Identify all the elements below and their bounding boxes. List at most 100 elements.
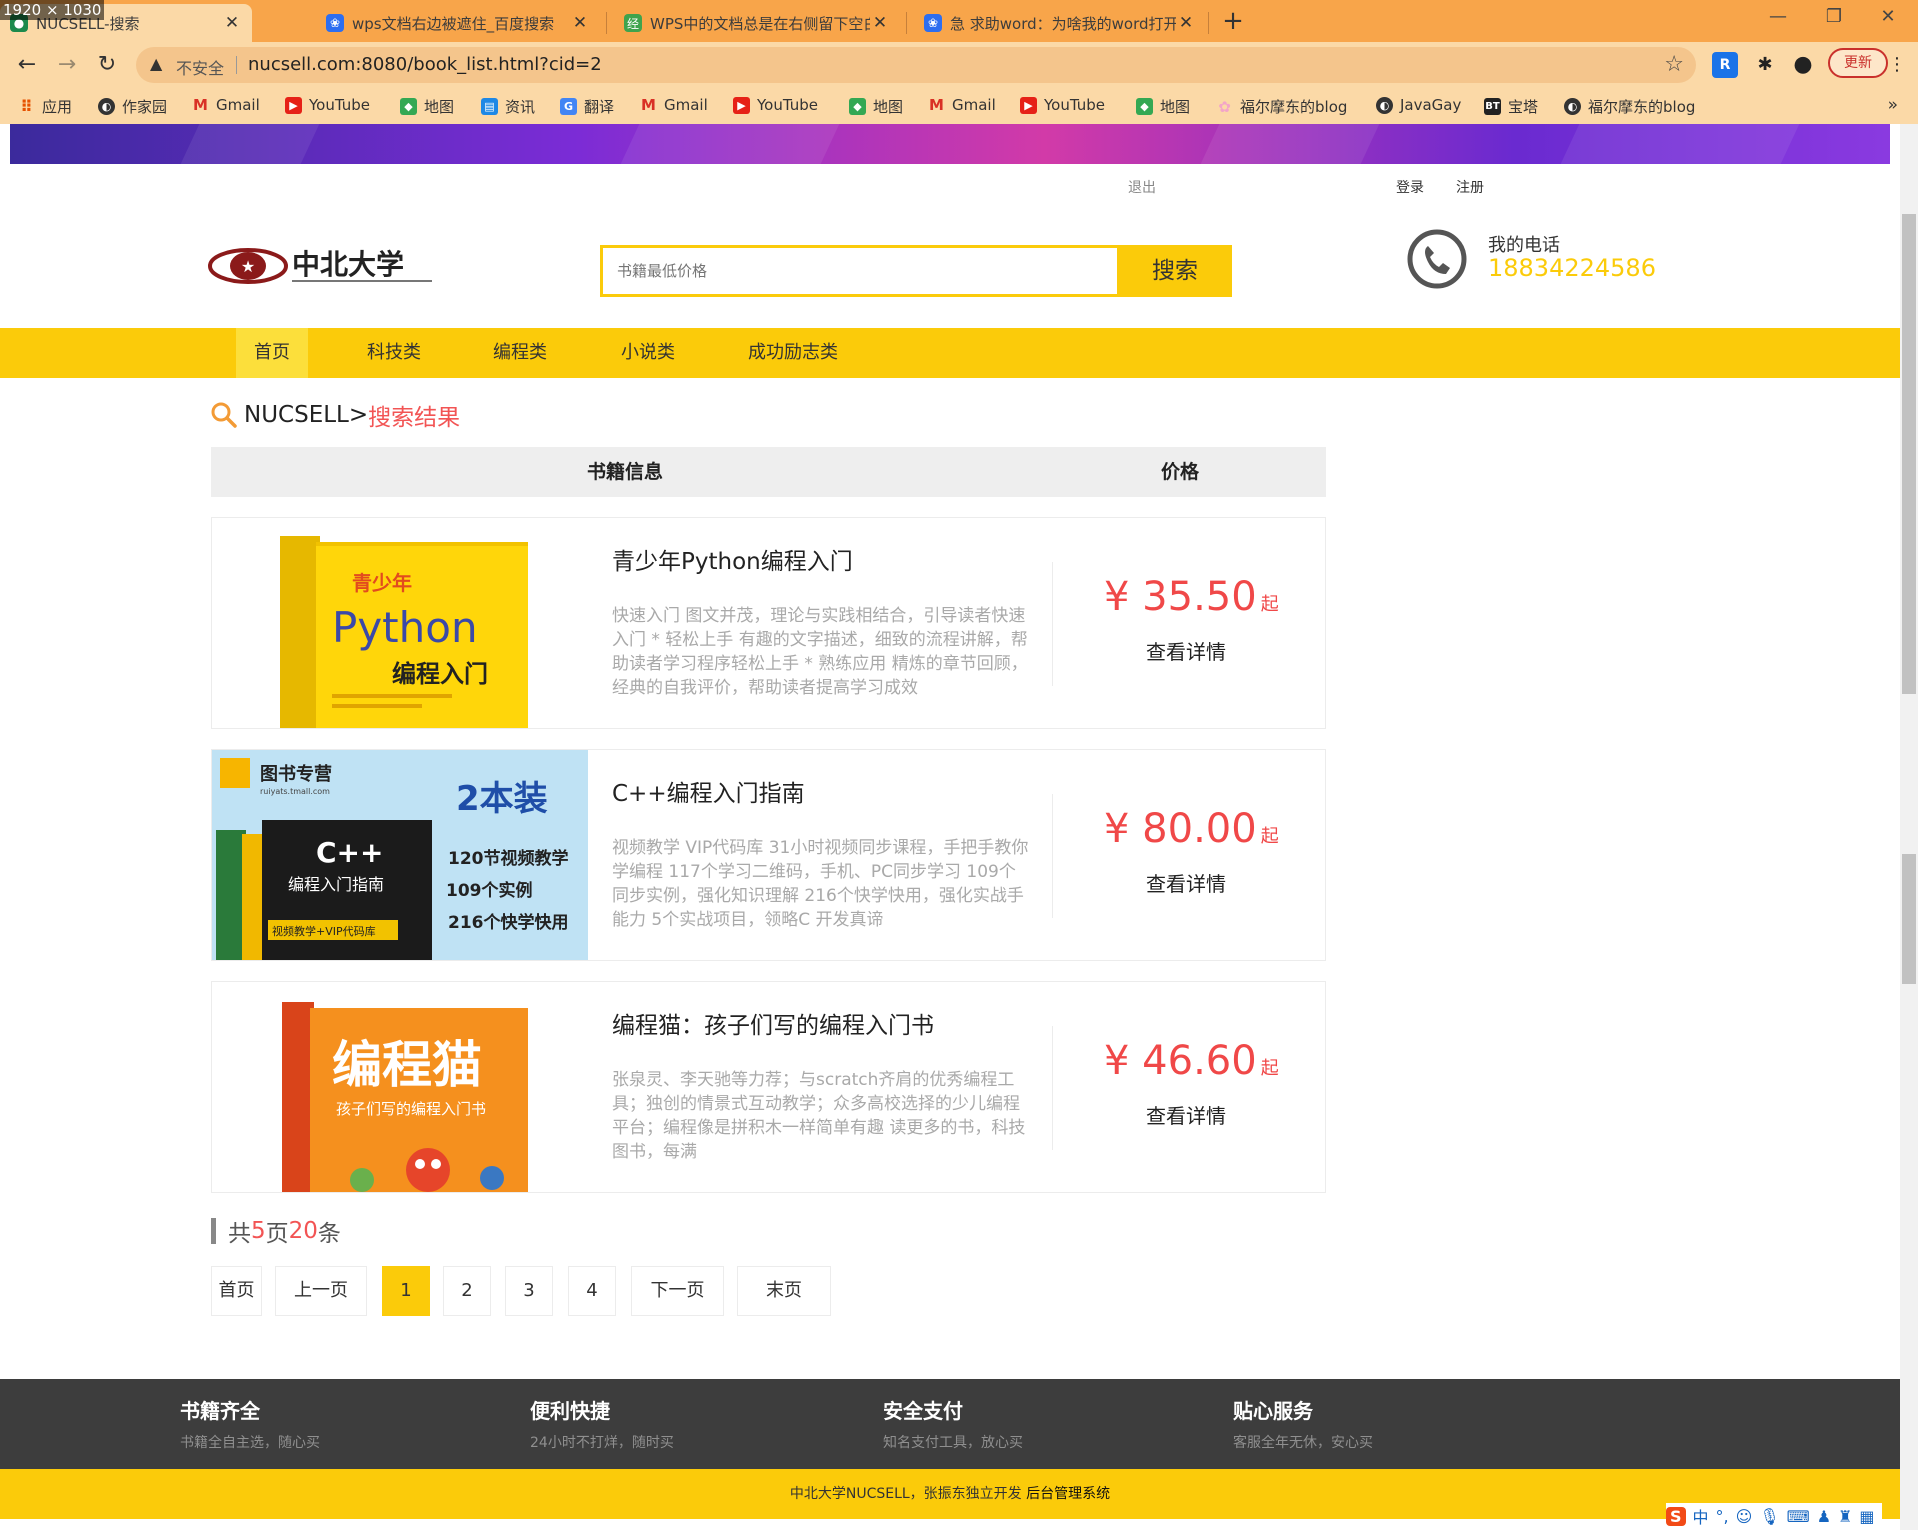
- view-details-link[interactable]: 查看详情: [1146, 868, 1226, 897]
- search-input-wrapper[interactable]: [600, 245, 1120, 297]
- microphone-icon[interactable]: 🎙: [1759, 1507, 1779, 1526]
- search-input[interactable]: [603, 248, 1117, 294]
- close-icon[interactable]: ✕: [570, 13, 590, 33]
- scrollbar-thumb-lower[interactable]: [1902, 854, 1916, 984]
- summary-mid: 页: [265, 1221, 289, 1247]
- close-icon[interactable]: ✕: [870, 13, 890, 33]
- bookmark-gmail[interactable]: M Gmail: [640, 96, 708, 114]
- admin-system-link[interactable]: 后台管理系统: [1026, 1486, 1110, 1502]
- ime-mode[interactable]: 中: [1693, 1504, 1709, 1528]
- new-tab-button[interactable]: +: [1216, 6, 1250, 36]
- bookmark-star-icon[interactable]: ☆: [1664, 52, 1684, 77]
- bookmark-maps[interactable]: ◆ 地图: [849, 96, 903, 117]
- minimize-icon[interactable]: —: [1758, 6, 1798, 27]
- tab-word-help[interactable]: ❀ 急 求助word：为啥我的word打开 ✕: [914, 4, 1206, 42]
- url-text[interactable]: nucsell.com:8080/book_list.html?cid=2: [248, 54, 602, 75]
- bookmark-zuojiayuan[interactable]: ◐ 作家园: [98, 96, 167, 117]
- pagination-last[interactable]: 末页: [737, 1266, 831, 1316]
- logout-link[interactable]: 退出: [1128, 177, 1156, 197]
- close-icon[interactable]: ✕: [222, 13, 242, 33]
- pagination-page-2[interactable]: 2: [443, 1266, 491, 1316]
- address-divider: [236, 56, 237, 74]
- footer-copyright: 中北大学NUCSELL，张振东独立开发 后台管理系统: [0, 1469, 1900, 1519]
- ime-toolbar[interactable]: S 中 °, ☺ 🎙 ⌨ ♟ ♜ ▦: [1666, 1503, 1882, 1529]
- bookmark-youtube[interactable]: ▶ YouTube: [733, 96, 818, 114]
- book-title[interactable]: 编程猫：孩子们写的编程入门书: [612, 1006, 934, 1040]
- book-title[interactable]: C++编程入门指南: [612, 774, 805, 808]
- book-cover-python[interactable]: 青少年 Python 编程入门: [212, 518, 588, 728]
- breadcrumb-root[interactable]: NUCSELL>: [244, 402, 368, 428]
- update-button[interactable]: 更新: [1828, 48, 1888, 78]
- bookmark-gmail[interactable]: M Gmail: [928, 96, 996, 114]
- tab-wps-jingyan[interactable]: 经 WPS中的文档总是在右侧留下空白 ✕: [614, 4, 900, 42]
- emoji-icon[interactable]: ☺: [1736, 1507, 1753, 1526]
- youtube-icon: ▶: [1020, 96, 1037, 114]
- pagination-prev[interactable]: 上一页: [275, 1266, 367, 1316]
- grid-icon[interactable]: ▦: [1859, 1507, 1874, 1526]
- bookmark-youtube[interactable]: ▶ YouTube: [285, 96, 370, 114]
- search-button[interactable]: 搜索: [1118, 245, 1232, 297]
- nav-tech[interactable]: 科技类: [356, 328, 432, 378]
- profile-avatar-icon[interactable]: ●: [1790, 52, 1816, 78]
- bookmark-label: YouTube: [1044, 96, 1105, 114]
- promo-banner[interactable]: [10, 124, 1890, 164]
- nav-programming[interactable]: 编程类: [482, 328, 558, 378]
- nav-success[interactable]: 成功励志类: [740, 328, 846, 378]
- bookmark-maps[interactable]: ◆ 地图: [1136, 96, 1190, 117]
- bookmark-blog-2[interactable]: ◐ 福尔摩东的blog: [1564, 96, 1695, 117]
- address-bar[interactable]: ▲ 不安全 nucsell.com:8080/book_list.html?ci…: [136, 47, 1696, 83]
- book-title[interactable]: 青少年Python编程入门: [612, 542, 853, 576]
- nav-fiction[interactable]: 小说类: [610, 328, 686, 378]
- book-row[interactable]: 编程猫 孩子们写的编程入门书 编程猫：孩子们写的编程入门书 张泉灵、李天驰等力荐…: [211, 981, 1326, 1193]
- pagination-page-4[interactable]: 4: [568, 1266, 616, 1316]
- bookmark-javagay[interactable]: ◐ JavaGay: [1376, 96, 1461, 114]
- banner-decoration: [180, 124, 320, 164]
- restore-icon[interactable]: ❐: [1814, 6, 1854, 27]
- keyboard-icon[interactable]: ⌨: [1787, 1507, 1810, 1526]
- bookmark-apps[interactable]: ⠿ 应用: [18, 96, 72, 117]
- bookmark-label: 翻译: [584, 98, 615, 116]
- pagination-page-3[interactable]: 3: [505, 1266, 553, 1316]
- user-icon[interactable]: ♟: [1817, 1507, 1831, 1526]
- gmail-icon: M: [641, 96, 656, 114]
- book-row[interactable]: 图书专营 ruiyats.tmall.com 2本装 C++ 编程入门指南 视频…: [211, 749, 1326, 961]
- bookmark-gmail[interactable]: M Gmail: [192, 96, 260, 114]
- sogou-logo-icon: S: [1666, 1506, 1686, 1526]
- back-arrow-icon[interactable]: ←: [12, 50, 42, 80]
- bookmark-maps[interactable]: ◆ 地图: [400, 96, 454, 117]
- nav-home[interactable]: 首页: [236, 328, 308, 378]
- bookmark-baota[interactable]: BT 宝塔: [1484, 96, 1538, 117]
- forward-arrow-icon[interactable]: →: [52, 50, 82, 80]
- register-link[interactable]: 注册: [1456, 177, 1484, 197]
- pagination-next[interactable]: 下一页: [631, 1266, 724, 1316]
- menu-kebab-icon[interactable]: ⋮: [1884, 52, 1910, 78]
- summary-marker: [211, 1218, 216, 1244]
- puzzle-icon[interactable]: ✱: [1752, 52, 1778, 78]
- window-close-icon[interactable]: ✕: [1868, 6, 1908, 27]
- column-price: 价格: [1161, 461, 1200, 483]
- bookmark-news[interactable]: ▤ 资讯: [481, 96, 535, 117]
- bookmark-youtube[interactable]: ▶ YouTube: [1020, 96, 1105, 114]
- view-details-link[interactable]: 查看详情: [1146, 636, 1226, 665]
- bookmarks-more-button[interactable]: »: [1888, 95, 1898, 115]
- scrollbar-thumb[interactable]: [1902, 214, 1916, 694]
- extension-r-icon[interactable]: R: [1712, 52, 1738, 78]
- reload-icon[interactable]: ↻: [92, 50, 122, 80]
- university-logo[interactable]: ★ 中北大学: [208, 242, 444, 288]
- bookmark-blog[interactable]: ✿ 福尔摩东的blog: [1216, 96, 1347, 117]
- close-icon[interactable]: ✕: [1176, 13, 1196, 33]
- pagination-first[interactable]: 首页: [211, 1266, 262, 1316]
- book-cover-codemao[interactable]: 编程猫 孩子们写的编程入门书: [212, 982, 588, 1192]
- page-scrollbar[interactable]: [1900, 124, 1918, 1530]
- view-details-link[interactable]: 查看详情: [1146, 1100, 1226, 1129]
- bookmark-label: 应用: [42, 98, 73, 116]
- pagination-page-1[interactable]: 1: [382, 1266, 430, 1316]
- login-link[interactable]: 登录: [1396, 177, 1424, 197]
- skin-icon[interactable]: ♜: [1838, 1507, 1852, 1526]
- book-cover-cpp[interactable]: 图书专营 ruiyats.tmall.com 2本装 C++ 编程入门指南 视频…: [212, 750, 588, 960]
- book-price: ¥ 80.00 起: [1104, 806, 1279, 852]
- tab-wps-baidu[interactable]: ❀ wps文档右边被遮住_百度搜索 ✕: [316, 4, 600, 42]
- ime-punctuation[interactable]: °,: [1716, 1507, 1729, 1526]
- bookmark-translate[interactable]: G 翻译: [560, 96, 614, 117]
- book-row[interactable]: 青少年 Python 编程入门 青少年Python编程入门 快速入门 图文并茂，…: [211, 517, 1326, 729]
